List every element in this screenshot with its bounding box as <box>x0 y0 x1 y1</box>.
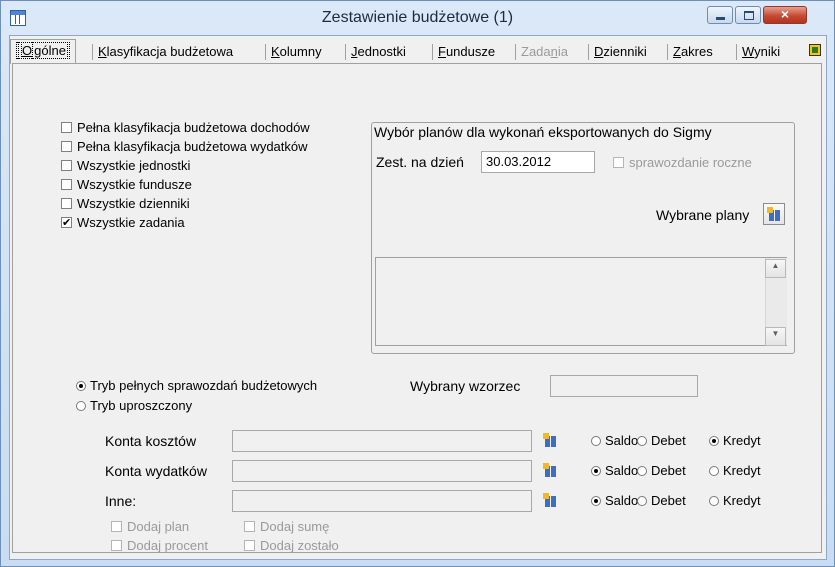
checkmark-icon[interactable] <box>61 215 72 231</box>
accounts-expense-input[interactable] <box>232 460 532 482</box>
window: Zestawienie budżetowe (1) × Ogólne Klasy… <box>0 0 835 567</box>
tab-zakres[interactable]: Zakres <box>667 42 718 62</box>
scroll-up-icon: ▲ <box>771 261 780 270</box>
tab-bar: Ogólne Klasyfikacja budżetowa Kolumny Je… <box>10 36 826 64</box>
tab-zadania[interactable]: Zadania <box>515 42 573 62</box>
checkbox-box[interactable] <box>61 179 72 190</box>
scroll-up-button[interactable]: ▲ <box>765 259 786 278</box>
selected-plans-label: Wybrane plany <box>656 207 750 223</box>
accounts-other-label: Inne: <box>105 493 137 509</box>
accounts-cost-input[interactable] <box>232 430 532 452</box>
checkbox-box[interactable] <box>61 122 72 133</box>
minimize-button[interactable] <box>707 6 733 24</box>
template-label: Wybrany wzorzec <box>410 378 521 394</box>
scroll-down-button[interactable]: ▼ <box>765 327 786 346</box>
tab-ogolne[interactable]: Ogólne <box>10 39 76 64</box>
radio-dot[interactable] <box>591 436 601 446</box>
radio-dot[interactable] <box>637 496 647 506</box>
accounts-expense-label: Konta wydatków <box>105 463 207 479</box>
checkbox-box[interactable] <box>61 198 72 209</box>
sigma-group-title: Wybór planów dla wykonań eksportowanych … <box>374 124 712 140</box>
template-input[interactable] <box>550 375 698 397</box>
radio-dot[interactable] <box>76 401 86 411</box>
date-label: Zest. na dzień <box>376 154 464 170</box>
checkbox-box[interactable] <box>61 160 72 171</box>
radio-dot[interactable] <box>709 436 719 446</box>
radio-dot[interactable] <box>637 436 647 446</box>
title-bar[interactable]: Zestawienie budżetowe (1) × <box>1 1 834 35</box>
checkbox-box[interactable] <box>111 521 122 532</box>
date-input[interactable]: 30.03.2012 <box>481 151 595 173</box>
tab-jednostki[interactable]: Jednostki <box>345 42 411 62</box>
checkbox-box[interactable] <box>244 521 255 532</box>
close-button[interactable]: × <box>763 6 807 24</box>
checkbox-box[interactable] <box>613 157 624 168</box>
radio-dot[interactable] <box>591 466 601 476</box>
browse-plans-icon[interactable] <box>763 203 785 225</box>
radio-dot[interactable] <box>637 466 647 476</box>
accounts-other-input[interactable] <box>232 490 532 512</box>
accounts-expense-browse-icon[interactable] <box>540 460 562 482</box>
tab-wyniki[interactable]: Wyniki <box>735 42 785 62</box>
maximize-button[interactable] <box>735 6 761 24</box>
tab-kolumny[interactable]: Kolumny <box>265 42 327 62</box>
checkbox-box[interactable] <box>244 540 255 551</box>
accounts-cost-browse-icon[interactable] <box>540 430 562 452</box>
scroll-down-icon: ▼ <box>771 329 780 338</box>
radio-dot[interactable] <box>709 466 719 476</box>
radio-dot[interactable] <box>709 496 719 506</box>
radio-dot[interactable] <box>76 381 86 391</box>
tab-fundusze[interactable]: Fundusze <box>431 42 500 62</box>
tab-dzienniki[interactable]: Dzienniki <box>588 42 652 62</box>
dialog-body: Ogólne Klasyfikacja budżetowa Kolumny Je… <box>9 35 827 560</box>
accounts-cost-label: Konta kosztów <box>105 433 197 449</box>
close-icon: × <box>780 6 790 22</box>
plans-listbox[interactable] <box>375 257 787 346</box>
checkbox-box[interactable] <box>111 540 122 551</box>
tab-scroll-icon[interactable] <box>807 42 823 58</box>
radio-dot[interactable] <box>591 496 601 506</box>
checkbox-box[interactable] <box>61 141 72 152</box>
accounts-other-browse-icon[interactable] <box>540 490 562 512</box>
tab-klasyfikacja[interactable]: Klasyfikacja budżetowa <box>91 42 238 62</box>
tab-panel-ogolne: Pełna klasyfikacja budżetowa dochodów Pe… <box>12 63 822 553</box>
